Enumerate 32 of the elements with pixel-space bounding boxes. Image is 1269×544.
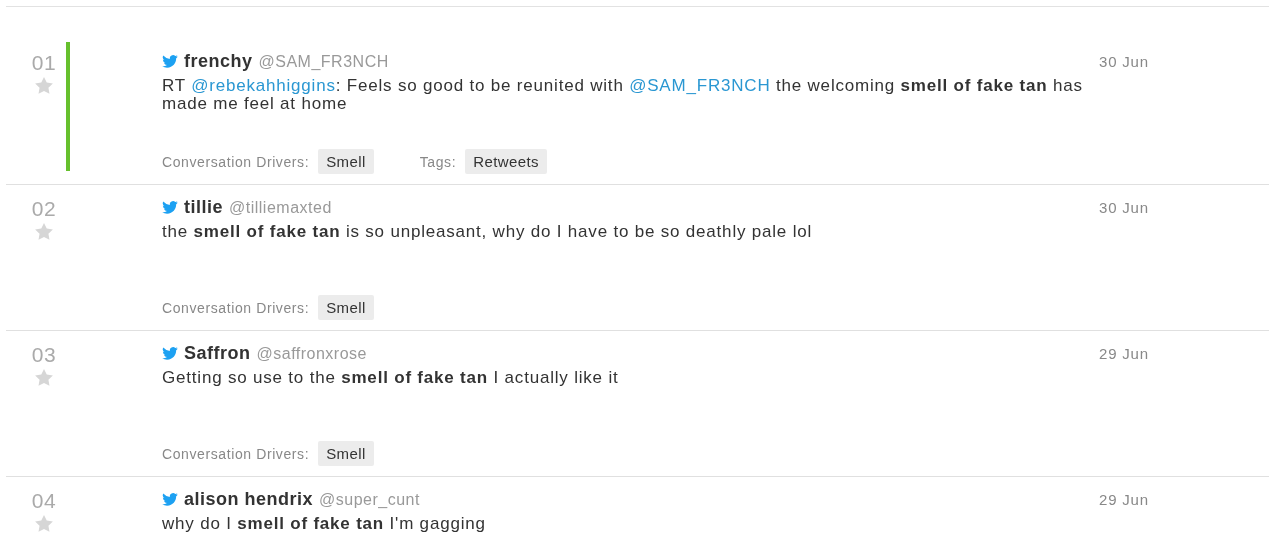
author-name[interactable]: alison hendrix	[184, 489, 314, 510]
star-icon[interactable]	[35, 223, 53, 240]
tag-chip[interactable]: Smell	[318, 295, 374, 320]
tweet-text: Getting so use to the smell of fake tan I actually like it	[162, 369, 620, 387]
tweet-date: 29 Jun	[1099, 491, 1149, 508]
meta-label: Conversation Drivers:	[162, 445, 310, 462]
row-number: 01	[31, 51, 57, 75]
star-icon[interactable]	[35, 369, 53, 386]
star-icon[interactable]	[35, 77, 53, 94]
meta-label: Conversation Drivers:	[162, 299, 310, 316]
row-number: 03	[31, 343, 57, 367]
bird-icon	[162, 493, 178, 506]
tweet-text: why do I smell of fake tan I'm gagging	[162, 515, 487, 533]
meta-label: Tags:	[419, 153, 457, 170]
bird-icon	[162, 201, 178, 214]
tweet-text: RT @rebekahhiggins: Feels so good to be reunited with @SAM_FR3NCH the welcoming smell of fake tan has made me feel at home	[162, 77, 1084, 113]
bird-icon	[162, 347, 178, 360]
row-number: 04	[31, 489, 57, 513]
tag-chip[interactable]: Smell	[318, 441, 374, 466]
tweet-date: 30 Jun	[1099, 53, 1149, 70]
author-name[interactable]: frenchy	[184, 51, 253, 72]
author-name[interactable]: tillie	[184, 197, 223, 218]
tweet-date: 29 Jun	[1099, 345, 1149, 362]
tag-chip[interactable]: Retweets	[465, 149, 547, 174]
author-name[interactable]: Saffron	[184, 343, 251, 364]
bird-icon	[162, 55, 178, 68]
meta-label: Conversation Drivers:	[162, 153, 310, 170]
row-number: 02	[31, 197, 57, 221]
tag-chip[interactable]: Smell	[318, 149, 374, 174]
tweet-date: 30 Jun	[1099, 199, 1149, 216]
tweet-text: the smell of fake tan is so unpleasant, why do I have to be so deathly pale lol	[162, 223, 814, 241]
star-icon[interactable]	[35, 515, 53, 532]
